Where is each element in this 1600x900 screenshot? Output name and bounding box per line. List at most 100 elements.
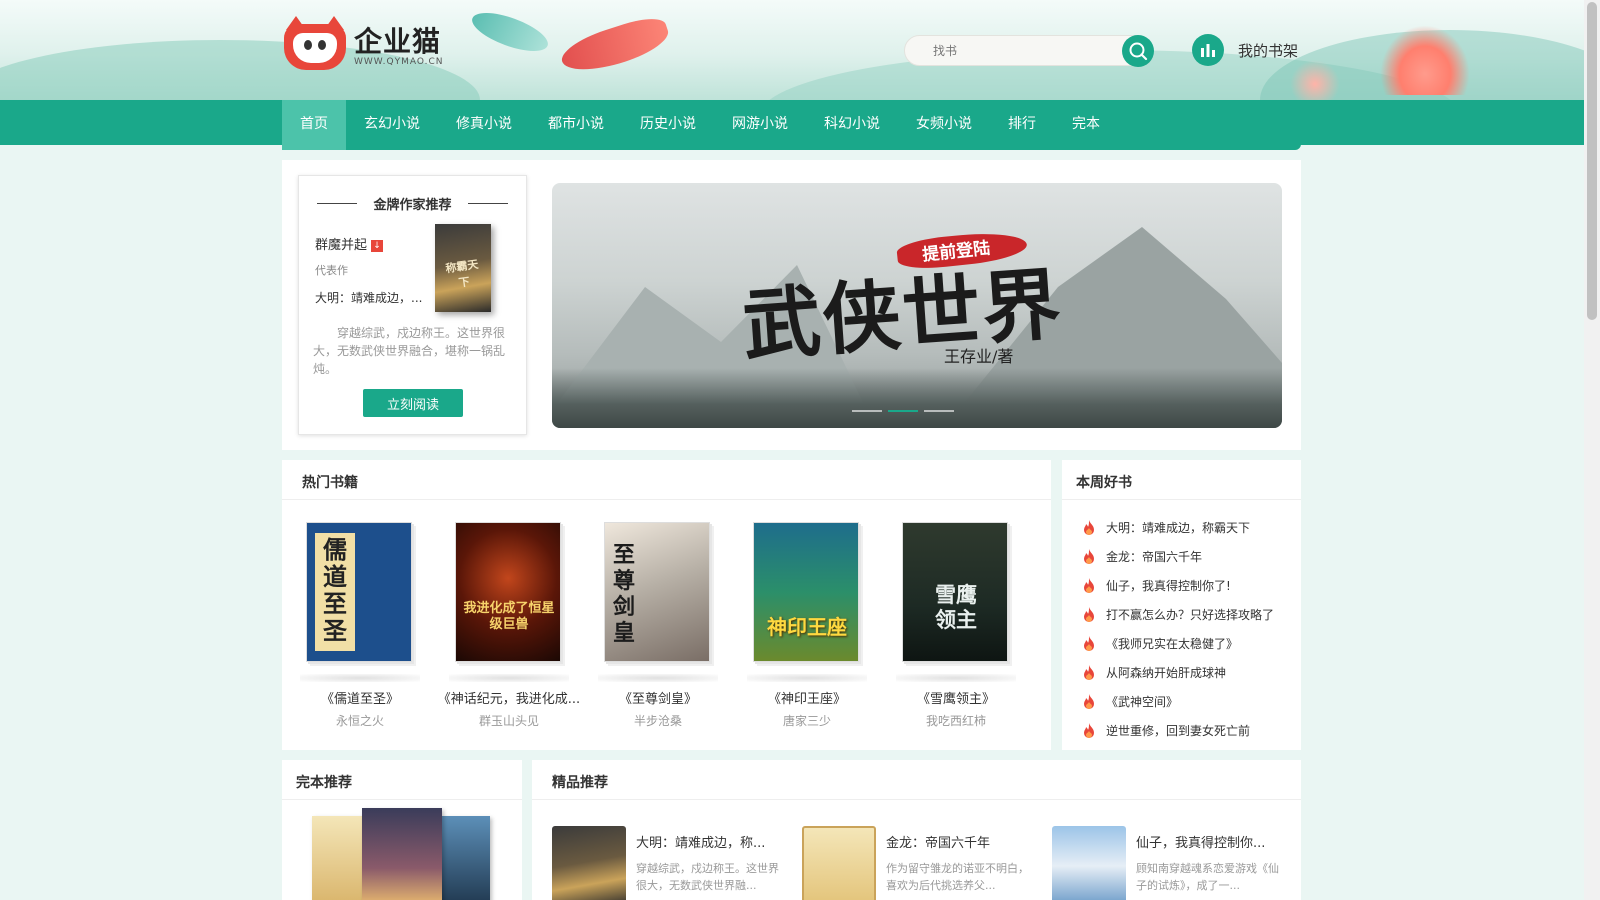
book-description: 顾知南穿越魂系恋爱游戏《仙子的试炼》，成了一... — [1136, 862, 1279, 892]
premium-book-item[interactable]: 大明：靖难成边，称... 穿越综武，戍边称王。这世界很大，无数武侠世界融... — [552, 826, 787, 900]
nav-item-lishi[interactable]: 历史小说 — [622, 100, 714, 150]
banner-title: 武侠世界 — [739, 258, 1066, 373]
cover-title-text: 雪鹰领主 — [935, 583, 977, 632]
weekly-book-title: 打不赢怎么办？只好选择攻略了 — [1106, 608, 1275, 622]
weekly-book-item[interactable]: 《我师兄实在太稳健了》 — [1082, 629, 1274, 658]
down-arrow-icon: ↓ — [371, 240, 384, 252]
weekly-books-section: 本周好书 大明：靖难成边，称霸天下 金龙：帝国六千年仙子，我真得控制你了! 打不赢怎… — [1062, 460, 1301, 750]
book-author: 我吃西红柿 — [925, 714, 986, 728]
fire-icon — [1084, 722, 1094, 738]
author-book-cover[interactable]: 称霸天下 — [435, 224, 491, 312]
book-cover — [552, 826, 626, 900]
book-title: 《儒道至圣》 — [320, 692, 399, 707]
hot-book-item[interactable]: 至尊剑皇 《至尊剑皇》 半步沧桑 — [583, 522, 733, 729]
weekly-book-title: 金龙：帝国六千年 — [1106, 550, 1203, 564]
weekly-book-title: 大明：靖难成边，称霸天下 — [1106, 521, 1251, 535]
banner-carousel[interactable]: 提前登陆 武侠世界 王存业/著 — [552, 183, 1282, 428]
book-cover: 我进化成了恒星级巨兽 — [455, 522, 561, 662]
cat-logo-icon — [284, 16, 346, 70]
nav-item-kehuan[interactable]: 科幻小说 — [806, 100, 898, 150]
weekly-book-item[interactable]: 大明：靖难成边，称霸天下 — [1082, 513, 1274, 542]
premium-book-item[interactable]: 仙子，我真得控制你... 顾知南穿越魂系恋爱游戏《仙子的试炼》，成了一... — [1052, 826, 1287, 900]
lotus-decoration — [1380, 25, 1470, 95]
nav-item-dushi[interactable]: 都市小说 — [530, 100, 622, 150]
stacked-book-cover[interactable] — [362, 808, 442, 900]
weekly-book-item[interactable]: 打不赢怎么办？只好选择攻略了 — [1082, 600, 1274, 629]
weekly-book-item[interactable]: 金龙：帝国六千年 — [1082, 542, 1274, 571]
nav-item-rank[interactable]: 排行 — [990, 100, 1054, 150]
carousel-indicators — [852, 410, 954, 412]
book-cover: 至尊剑皇 — [604, 522, 710, 662]
book-author: 唐家三少 — [782, 714, 831, 728]
nav-item-complete[interactable]: 完本 — [1054, 100, 1118, 150]
hot-book-item[interactable]: 我进化成了恒星级巨兽 《神话纪元，我进化成... 群玉山头见 — [434, 522, 584, 729]
forest-decoration — [552, 368, 1282, 428]
book-title: 《雪鹰领主》 — [916, 692, 995, 707]
read-now-button[interactable]: 立刻阅读 — [363, 389, 463, 417]
koi-fish-decoration — [557, 11, 673, 81]
hot-book-item[interactable]: 雪鹰领主 《雪鹰领主》 我吃西红柿 — [881, 522, 1031, 729]
weekly-book-item[interactable]: 逆世重修，回到妻女死亡前 — [1082, 716, 1274, 745]
book-description: 作为留守雏龙的诺亚不明白，喜欢为后代挑选养父... — [886, 862, 1029, 892]
premium-books-title: 精品推荐 — [552, 775, 608, 791]
fire-icon — [1084, 548, 1094, 564]
weekly-book-item[interactable]: 仙子，我真得控制你了! — [1082, 571, 1274, 600]
scrollbar-thumb[interactable] — [1587, 2, 1597, 320]
hot-book-item[interactable]: 神印王座 《神印王座》 唐家三少 — [732, 522, 882, 729]
logo-name: 企业猫 — [354, 25, 442, 58]
nav-item-nvpin[interactable]: 女频小说 — [898, 100, 990, 150]
book-title: 《神印王座》 — [767, 692, 846, 707]
site-logo[interactable]: 企业猫 WWW.QYMAO.CN — [284, 16, 444, 70]
nav-item-wangyou[interactable]: 网游小说 — [714, 100, 806, 150]
cover-title-text: 儒道至圣 — [323, 536, 347, 645]
banner-author: 王存业/著 — [944, 347, 1014, 366]
nav-item-xiuzhen[interactable]: 修真小说 — [438, 100, 530, 150]
carousel-dot[interactable] — [924, 410, 954, 412]
representative-work-label: 代表作 — [315, 264, 348, 277]
book-title: 《至尊剑皇》 — [618, 692, 697, 707]
search-input[interactable] — [905, 36, 1105, 65]
author-name-text: 群魔并起 — [315, 238, 368, 253]
book-title: 《神话纪元，我进化成... — [437, 692, 581, 707]
weekly-books-title: 本周好书 — [1076, 475, 1132, 491]
book-title: 金龙：帝国六千年 — [886, 836, 991, 851]
bookshelf-icon — [1192, 34, 1224, 66]
author-name[interactable]: 群魔并起 ↓ — [315, 234, 384, 253]
complete-books-section: 完本推荐 — [282, 760, 522, 900]
hot-books-section: 热门书籍 儒道至圣 《儒道至圣》 永恒之火 我进化成了恒星级巨兽 《神话纪元，我… — [282, 460, 1051, 750]
carousel-dot[interactable] — [888, 410, 918, 412]
gold-author-card: 金牌作家推荐 群魔并起 ↓ 代表作 大明：靖难成边，... 称霸天下 穿越综武，戍… — [298, 175, 527, 435]
nav-item-home[interactable]: 首页 — [282, 100, 346, 150]
fire-icon — [1084, 519, 1094, 535]
weekly-book-title: 逆世重修，回到妻女死亡前 — [1106, 724, 1251, 738]
page-scrollbar[interactable] — [1584, 0, 1600, 900]
book-cover: 神印王座 — [753, 522, 859, 662]
premium-books-section: 精品推荐 大明：靖难成边，称... 穿越综武，戍边称王。这世界很大，无数武侠世界… — [532, 760, 1301, 900]
nav-item-xuanhuan[interactable]: 玄幻小说 — [346, 100, 438, 150]
author-cover-text: 称霸天下 — [444, 257, 480, 290]
search-button[interactable] — [1122, 35, 1154, 67]
hot-books-title: 热门书籍 — [302, 475, 358, 491]
fire-icon — [1084, 577, 1094, 593]
book-title: 仙子，我真得控制你... — [1136, 836, 1266, 851]
book-author: 半步沧桑 — [633, 714, 682, 728]
hot-book-item[interactable]: 儒道至圣 《儒道至圣》 永恒之火 — [285, 522, 435, 729]
representative-book-link[interactable]: 大明：靖难成边，... — [315, 289, 433, 306]
gold-author-title: 金牌作家推荐 — [299, 194, 526, 213]
my-bookshelf-link[interactable]: 我的书架 — [1192, 34, 1298, 66]
author-book-description: 穿越综武，戍边称王。这世界很大，无数武侠世界融合，堪称一锅乱炖。 — [313, 326, 506, 376]
cover-title-text: 我进化成了恒星级巨兽 — [463, 601, 555, 632]
weekly-book-title: 从阿森纳开始肝成球神 — [1106, 666, 1227, 680]
weekly-book-item[interactable]: 从阿森纳开始肝成球神 — [1082, 658, 1274, 687]
book-description: 穿越综武，戍边称王。这世界很大，无数武侠世界融... — [636, 862, 779, 892]
search-icon — [1129, 42, 1148, 61]
book-cover: 儒道至圣 — [306, 522, 412, 662]
book-title: 大明：靖难成边，称... — [636, 836, 766, 851]
weekly-book-item[interactable]: 《武神空间》 — [1082, 687, 1274, 716]
premium-book-item[interactable]: 金龙：帝国六千年 作为留守雏龙的诺亚不明白，喜欢为后代挑选养父... — [802, 826, 1037, 900]
fire-icon — [1084, 693, 1094, 709]
book-cover — [802, 826, 876, 900]
carousel-dot[interactable] — [852, 410, 882, 412]
logo-url: WWW.QYMAO.CN — [354, 57, 444, 67]
lotus-decoration — [1290, 60, 1340, 100]
